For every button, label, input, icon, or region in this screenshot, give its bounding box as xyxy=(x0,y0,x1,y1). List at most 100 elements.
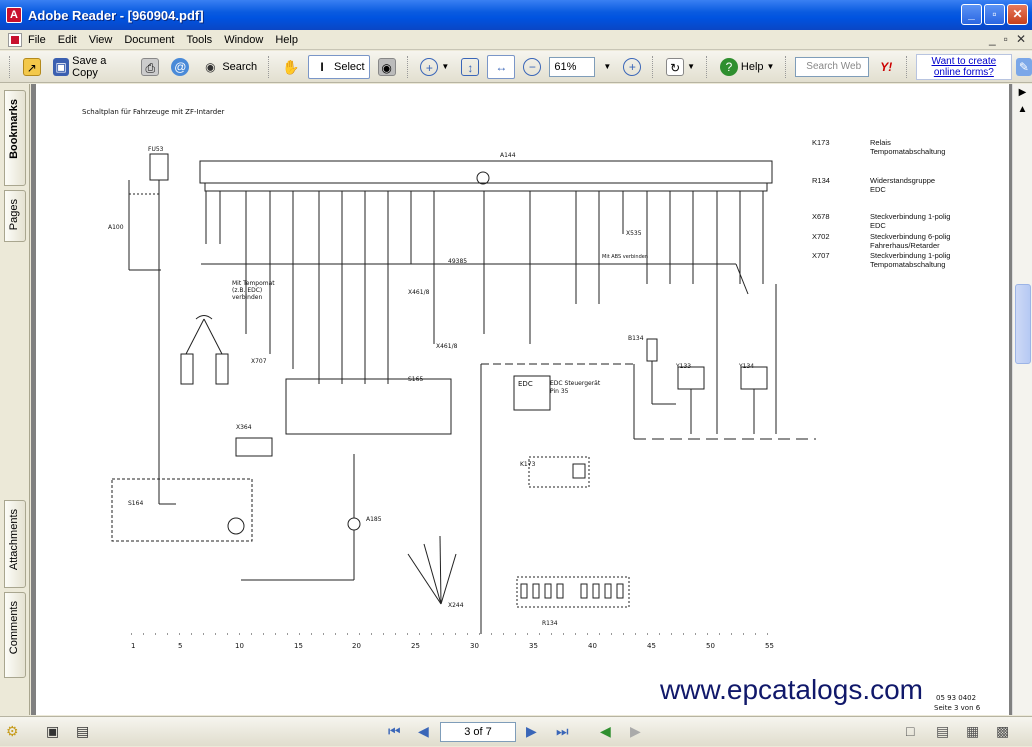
save-copy-button[interactable]: ▣ Save a Copy xyxy=(49,55,133,79)
tab-pages[interactable]: Pages xyxy=(4,190,26,242)
tab-bookmarks[interactable]: Bookmarks xyxy=(4,90,26,186)
label-x461-b: X461/8 xyxy=(436,343,458,350)
chevron-down-icon: ▼ xyxy=(687,62,696,71)
zoom-tool-button[interactable]: + ▼ xyxy=(416,55,453,79)
scale-tick: 30 xyxy=(470,642,479,650)
yahoo-search-button[interactable]: Y! xyxy=(873,55,899,79)
create-forms-link[interactable]: Want to create online forms? xyxy=(916,53,1012,80)
menu-file[interactable]: File xyxy=(22,34,52,46)
hand-icon: ✋ xyxy=(282,58,300,75)
scroll-right-arrow-icon[interactable]: ▶ xyxy=(1013,84,1032,101)
next-page-button[interactable]: ▶ xyxy=(526,723,537,740)
fit-page-icon: ↕ xyxy=(461,57,480,76)
label-edc-pin: Pin 35 xyxy=(550,388,569,395)
menu-tools[interactable]: Tools xyxy=(181,34,219,46)
toolbar-grip-2[interactable] xyxy=(268,55,271,78)
close-button[interactable]: ✕ xyxy=(1007,4,1028,25)
menu-bar: File Edit View Document Tools Window Hel… xyxy=(0,30,1032,50)
scroll-up-arrow-icon[interactable]: ▲ xyxy=(1013,101,1032,118)
scale-tick: 40 xyxy=(588,642,597,650)
doc-close-button[interactable]: ✕ xyxy=(1016,32,1026,46)
single-page-icon[interactable]: □ xyxy=(906,723,914,739)
chevron-down-icon: ▼ xyxy=(766,62,775,71)
label-x707: X707 xyxy=(251,358,267,365)
label-b134: B134 xyxy=(628,335,644,342)
toolbar-grip-7[interactable] xyxy=(906,55,909,78)
page-view-icon[interactable]: ▤ xyxy=(76,723,89,740)
doc-minimize-button[interactable]: _ xyxy=(989,32,996,46)
label-a144: A144 xyxy=(500,152,516,159)
tab-comments[interactable]: Comments xyxy=(4,592,26,678)
scale-tick: 35 xyxy=(529,642,538,650)
page-number-field[interactable]: 3 of 7 xyxy=(440,722,516,742)
wiring-schematic xyxy=(111,153,816,635)
menu-document[interactable]: Document xyxy=(118,34,180,46)
first-page-button[interactable]: ⏮ xyxy=(388,723,401,740)
toolbar-grip-6[interactable] xyxy=(785,55,788,78)
continuous-icon[interactable]: ▤ xyxy=(936,723,949,740)
email-button[interactable]: @ xyxy=(167,55,193,79)
toolbar-grip[interactable] xyxy=(9,55,12,78)
toolbar-grip-5[interactable] xyxy=(706,55,709,78)
footer-code: 05 93 0402 xyxy=(936,694,977,702)
page-rotate-icon: ↻ xyxy=(666,57,685,76)
facing-icon[interactable]: ▦ xyxy=(966,723,979,740)
tab-comments-label: Comments xyxy=(8,601,20,655)
help-label: Help xyxy=(740,60,764,73)
doc-restore-button[interactable]: ▫ xyxy=(1004,32,1008,46)
search-button[interactable]: ◉ Search xyxy=(197,55,261,79)
hand-tool-button[interactable]: ✋ xyxy=(278,55,304,79)
tab-attachments[interactable]: Attachments xyxy=(4,500,26,588)
minimize-button[interactable]: _ xyxy=(961,4,982,25)
search-web-input[interactable]: Search Web xyxy=(795,56,870,77)
menu-edit[interactable]: Edit xyxy=(52,34,83,46)
pdf-document-icon[interactable] xyxy=(8,32,22,47)
tab-pages-label: Pages xyxy=(8,199,20,231)
go-back-button[interactable]: ◀ xyxy=(600,723,611,740)
label-x461-a: X461/8 xyxy=(408,289,430,296)
scale-tick: 10 xyxy=(235,642,244,650)
label-a185: A185 xyxy=(366,516,382,523)
menu-help[interactable]: Help xyxy=(269,34,304,46)
fit-page-button[interactable]: ↕ xyxy=(457,55,483,79)
rotate-button[interactable]: ↻ ▼ xyxy=(662,55,699,79)
zoom-level-field[interactable]: 61% xyxy=(549,56,596,77)
last-page-button[interactable]: ⏭ xyxy=(556,723,569,740)
toolbar-grip-3[interactable] xyxy=(406,55,410,78)
maximize-button[interactable]: ▫ xyxy=(984,4,1005,25)
vertical-scrollbar[interactable]: ▶ ▲ xyxy=(1012,84,1032,715)
document-view[interactable]: Schaltplan für Fahrzeuge mit ZF-Intarder… xyxy=(31,84,1012,715)
go-forward-button[interactable]: ▶ xyxy=(630,723,641,740)
toolbar-grip-4[interactable] xyxy=(652,55,655,78)
zoom-in-button[interactable]: + xyxy=(619,55,645,79)
scale-tick: 15 xyxy=(294,642,303,650)
snapshot-button[interactable]: ◉ xyxy=(374,55,400,79)
main-toolbar: ↗ ▣ Save a Copy ⎙ @ ◉ Search ✋ I Select ◉ +… xyxy=(0,51,1032,83)
adobe-reader-icon[interactable]: A xyxy=(6,7,22,23)
scroll-thumb[interactable] xyxy=(1015,284,1031,364)
zoom-in-icon: + xyxy=(420,57,439,76)
menu-view[interactable]: View xyxy=(83,34,119,46)
abs-note: Mit ABS verbinden xyxy=(602,254,649,260)
chevron-down-icon: ▼ xyxy=(603,62,612,71)
floppy-disk-icon: ▣ xyxy=(52,57,70,76)
scale-tick: 45 xyxy=(647,642,656,650)
fit-width-button[interactable]: ↔ xyxy=(487,54,516,79)
security-icon[interactable]: ⚙ xyxy=(6,723,19,740)
label-x244: X244 xyxy=(448,602,464,609)
label-y134: Y134 xyxy=(739,363,755,370)
continuous-facing-icon[interactable]: ▩ xyxy=(996,723,1009,740)
document-properties-icon[interactable]: ▣ xyxy=(46,723,59,740)
zoom-out-icon: − xyxy=(523,57,542,76)
menu-window[interactable]: Window xyxy=(218,34,269,46)
help-button[interactable]: ? Help ▼ xyxy=(716,55,779,79)
fit-width-icon: ↔ xyxy=(495,59,508,74)
label-edc-desc: EDC Steuergerät xyxy=(550,380,601,387)
label-s164: S164 xyxy=(128,500,144,507)
select-tool-button[interactable]: I Select xyxy=(308,54,370,79)
open-button[interactable]: ↗ xyxy=(19,55,45,79)
zoom-out-button[interactable]: − xyxy=(519,55,545,79)
zoom-dropdown-button[interactable]: ▼ xyxy=(599,55,615,79)
previous-page-button[interactable]: ◀ xyxy=(418,723,429,740)
print-button[interactable]: ⎙ xyxy=(137,55,163,79)
